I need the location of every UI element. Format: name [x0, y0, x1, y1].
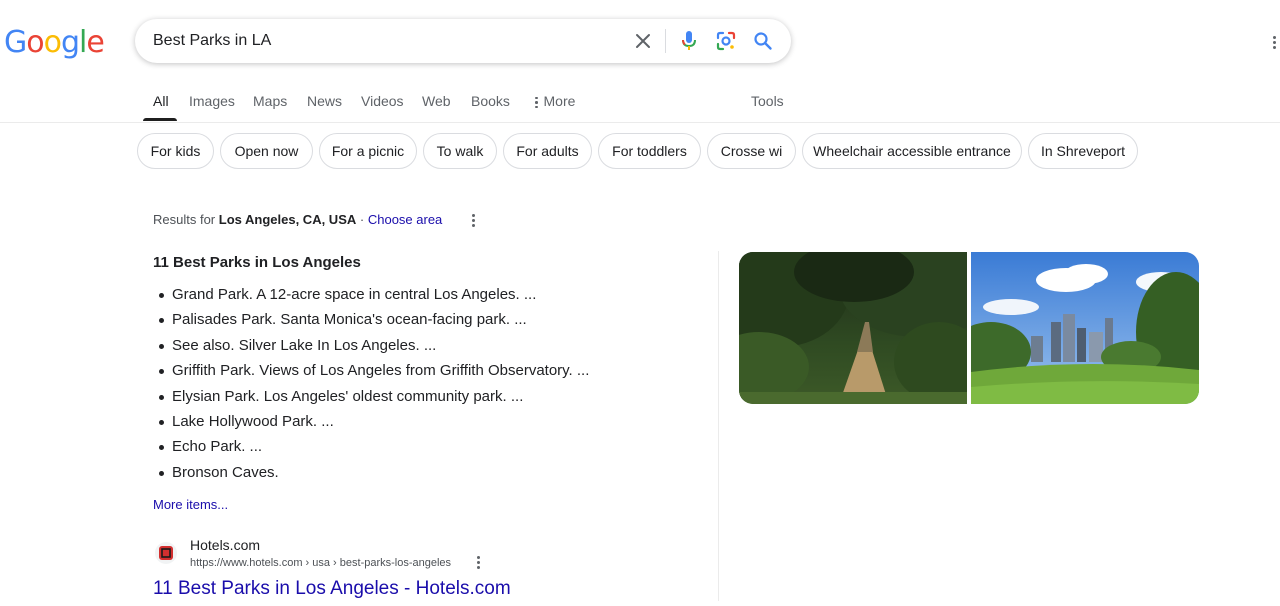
- search-tabs: All Images Maps News Videos Web Books Mo…: [0, 92, 1280, 122]
- la-skyline-park-image[interactable]: [971, 252, 1199, 404]
- result-title-link[interactable]: 11 Best Parks in Los Angeles - Hotels.co…: [153, 577, 511, 601]
- location-separator: ·: [359, 212, 365, 227]
- snippet-title: 11 Best Parks in Los Angeles: [153, 254, 361, 271]
- tab-videos[interactable]: Videos: [361, 92, 404, 110]
- more-dots-icon: [535, 95, 538, 109]
- search-icon[interactable]: [751, 29, 775, 53]
- tab-web[interactable]: Web: [422, 92, 451, 110]
- location-notice: Results for Los Angeles, CA, USA · Choos…: [153, 211, 442, 229]
- logo-letter: o: [43, 25, 62, 60]
- search-divider: [665, 29, 666, 53]
- list-item: Elysian Park. Los Angeles' oldest commun…: [153, 386, 589, 411]
- chip-for-kids[interactable]: For kids: [137, 133, 214, 169]
- list-item: Echo Park. ...: [153, 436, 589, 461]
- chip-wheelchair-accessible[interactable]: Wheelchair accessible entrance: [802, 133, 1022, 169]
- result-url[interactable]: https://www.hotels.com › usa › best-park…: [190, 556, 451, 570]
- park-path-image[interactable]: [739, 252, 967, 404]
- location-prefix: Results for: [153, 212, 216, 227]
- tab-books[interactable]: Books: [471, 92, 510, 110]
- logo-letter: l: [79, 25, 87, 60]
- tab-maps[interactable]: Maps: [253, 92, 287, 110]
- chip-to-walk[interactable]: To walk: [423, 133, 497, 169]
- location-place: Los Angeles, CA, USA: [218, 212, 357, 227]
- list-item: Lake Hollywood Park. ...: [153, 411, 589, 436]
- hotels-favicon[interactable]: [155, 542, 177, 564]
- snippet-list: Grand Park. A 12-acre space in central L…: [153, 284, 589, 487]
- list-item: Bronson Caves.: [153, 462, 589, 487]
- tools-button[interactable]: Tools: [751, 92, 784, 110]
- chip-open-now[interactable]: Open now: [220, 133, 313, 169]
- more-options-icon[interactable]: [1264, 30, 1280, 54]
- chip-in-shreveport[interactable]: In Shreveport: [1028, 133, 1138, 169]
- choose-area-link[interactable]: Choose area: [368, 212, 442, 227]
- tab-more[interactable]: More: [535, 92, 575, 110]
- tab-news[interactable]: News: [307, 92, 342, 110]
- more-items-link[interactable]: More items...: [153, 496, 228, 514]
- chip-for-a-picnic[interactable]: For a picnic: [319, 133, 417, 169]
- list-item: Palisades Park. Santa Monica's ocean-fac…: [153, 309, 589, 334]
- tabs-divider: [0, 122, 1280, 123]
- microphone-icon[interactable]: [677, 29, 701, 53]
- logo-letter: G: [4, 25, 27, 60]
- location-more-icon[interactable]: [466, 211, 480, 229]
- snippet-images: [739, 252, 1199, 404]
- chip-crosse-wi[interactable]: Crosse wi: [707, 133, 796, 169]
- tab-images[interactable]: Images: [189, 92, 235, 110]
- lens-icon[interactable]: [714, 29, 738, 53]
- chip-for-toddlers[interactable]: For toddlers: [598, 133, 701, 169]
- logo-letter: o: [26, 25, 44, 60]
- search-input[interactable]: [153, 30, 593, 52]
- tab-all[interactable]: All: [153, 92, 169, 110]
- result-site-name[interactable]: Hotels.com: [190, 536, 260, 554]
- tab-more-label: More: [543, 93, 576, 109]
- google-logo[interactable]: Google: [4, 25, 105, 60]
- active-tab-indicator: [143, 118, 177, 121]
- close-icon[interactable]: [631, 29, 655, 53]
- list-item: See also. Silver Lake In Los Angeles. ..…: [153, 335, 589, 360]
- chip-for-adults[interactable]: For adults: [503, 133, 592, 169]
- search-box: [135, 19, 791, 63]
- list-item: Griffith Park. Views of Los Angeles from…: [153, 360, 589, 385]
- list-item: Grand Park. A 12-acre space in central L…: [153, 284, 589, 309]
- filter-chips: For kids Open now For a picnic To walk F…: [137, 133, 1237, 171]
- result-more-icon[interactable]: [472, 554, 484, 570]
- column-divider: [718, 251, 719, 601]
- logo-letter: g: [60, 25, 80, 60]
- logo-letter: e: [86, 25, 104, 60]
